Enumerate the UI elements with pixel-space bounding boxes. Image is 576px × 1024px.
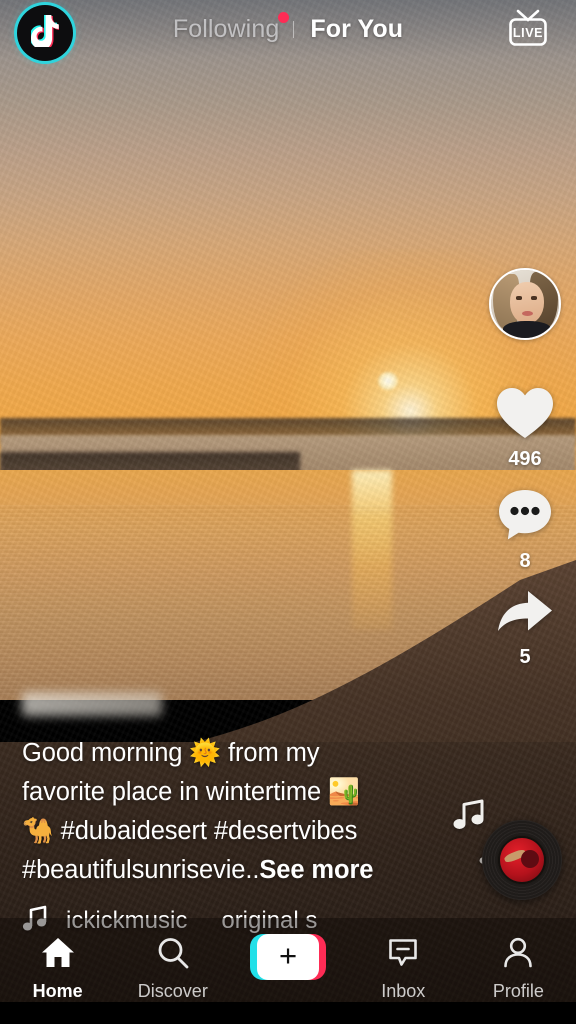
caption-line-1: Good morning 🌞 from my <box>22 739 320 767</box>
nav-label-home: Home <box>32 981 83 1001</box>
heart-icon <box>495 386 555 441</box>
avatar-face <box>510 282 544 324</box>
action-rail: 496 8 5 <box>487 268 563 679</box>
plus-icon: + <box>278 938 298 973</box>
music-disc-button[interactable] <box>482 820 562 900</box>
tab-for-you-label: For You <box>310 14 404 43</box>
nav-label-profile: Profile <box>492 981 544 1001</box>
tab-for-you[interactable]: For You <box>294 15 403 44</box>
comment-button[interactable]: 8 <box>496 487 554 573</box>
album-art <box>500 838 544 882</box>
caption-line-2: favorite place in wintertime 🏜️ <box>22 778 360 806</box>
author-username-redacted[interactable] <box>22 692 162 716</box>
spinning-record-icon <box>482 820 562 900</box>
share-arrow-icon <box>495 587 555 639</box>
nav-item-discover[interactable]: Discover <box>115 934 230 1002</box>
see-more-link[interactable]: See more <box>259 856 373 884</box>
nav-item-home[interactable]: Home <box>0 934 115 1002</box>
share-button[interactable]: 5 <box>495 587 555 669</box>
like-button[interactable]: 496 <box>495 386 555 471</box>
nav-item-profile[interactable]: Profile <box>461 934 576 1002</box>
sun-disc <box>378 372 398 390</box>
search-icon <box>156 934 190 972</box>
svg-text:LIVE: LIVE <box>513 26 543 40</box>
following-notification-dot <box>278 11 290 23</box>
nav-label-inbox: Inbox <box>381 981 426 1001</box>
tiktok-feed-screen: Following For You LIVE 496 8 5 Good morn… <box>0 0 576 1024</box>
like-count: 496 <box>508 448 542 470</box>
home-indicator-strip <box>0 1002 576 1024</box>
caption-line-4: #beautifulsunrisevie..See more <box>22 851 430 890</box>
top-navigation-bar: Following For You LIVE <box>0 0 576 61</box>
nav-item-create[interactable]: + <box>230 934 345 980</box>
album-art-detail-2 <box>521 850 539 868</box>
nav-item-inbox[interactable]: Inbox <box>346 934 461 1002</box>
share-count: 5 <box>519 646 531 668</box>
avatar-clothing <box>503 321 551 338</box>
caption-line-4-text: #beautifulsunrisevie.. <box>22 856 260 884</box>
tab-following[interactable]: Following <box>172 11 294 44</box>
avatar <box>489 268 561 340</box>
live-tv-icon: LIVE <box>505 8 551 55</box>
avatar-eye-left <box>516 296 522 300</box>
person-icon <box>501 934 535 972</box>
caption-block: Good morning 🌞 from my favorite place in… <box>22 692 430 890</box>
avatar-eye-right <box>531 296 537 300</box>
comment-count: 8 <box>519 550 531 572</box>
avatar-lips <box>522 311 533 316</box>
video-caption[interactable]: Good morning 🌞 from my favorite place in… <box>22 734 430 890</box>
comment-bubble-icon <box>496 487 554 543</box>
home-icon <box>40 934 76 972</box>
author-avatar-button[interactable] <box>489 268 561 340</box>
floating-music-note-icon <box>452 798 486 835</box>
feed-tabs: Following For You <box>0 0 576 58</box>
create-white-face: + <box>257 934 319 980</box>
inbox-icon <box>386 934 420 972</box>
nav-label-discover: Discover <box>137 981 208 1001</box>
live-button[interactable]: LIVE <box>502 9 554 53</box>
tab-following-label: Following <box>172 14 280 43</box>
caption-line-3: 🐪 #dubaidesert #desertvibes <box>22 817 358 845</box>
create-button[interactable]: + <box>250 934 326 980</box>
